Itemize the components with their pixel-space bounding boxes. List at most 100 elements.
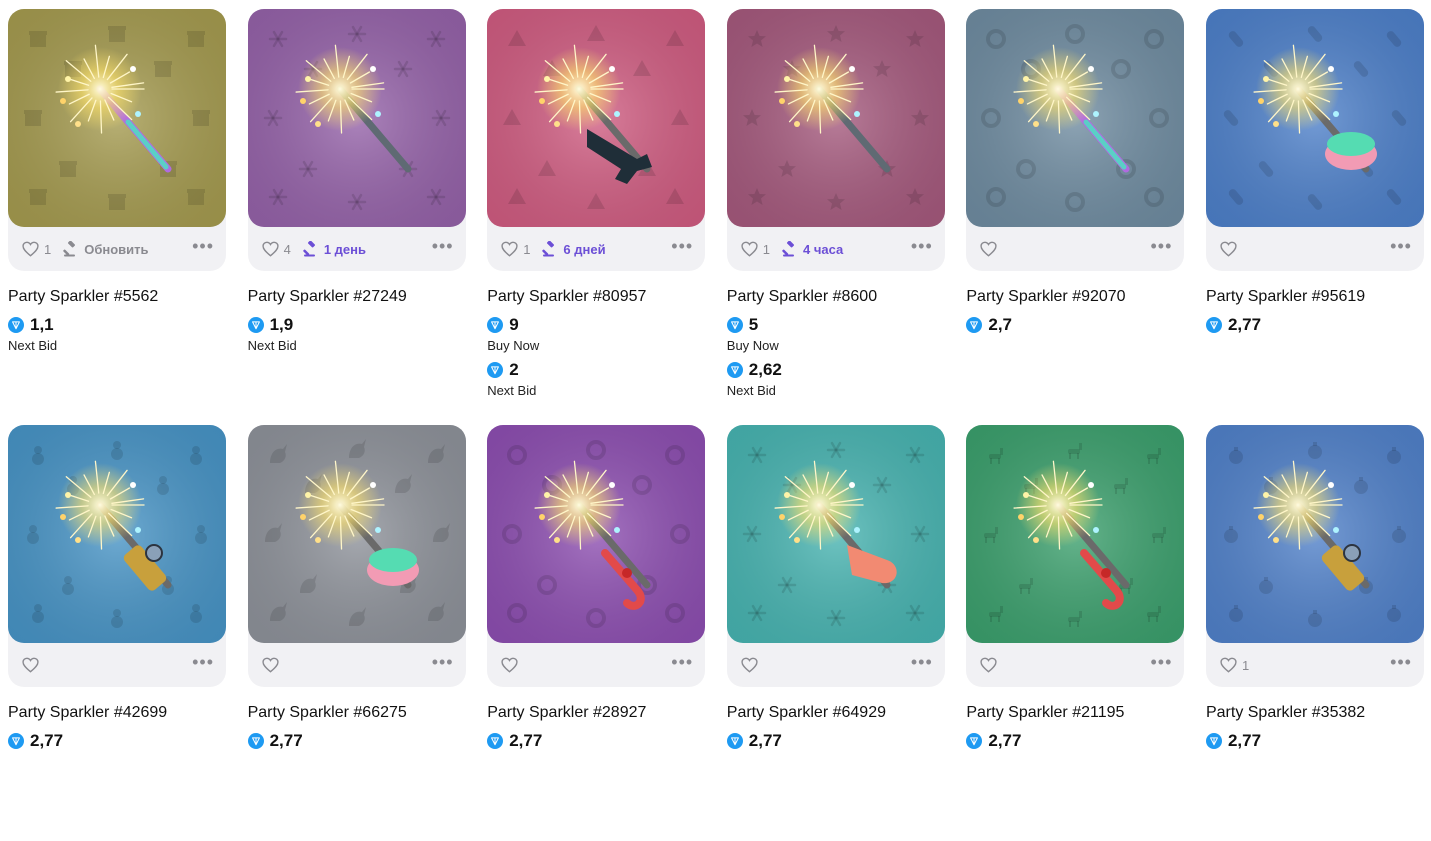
sparkler-art [966, 425, 1185, 643]
card-preview[interactable]: ••• [487, 425, 706, 687]
card-preview[interactable]: ••• [1205, 9, 1424, 271]
gift-title[interactable]: Party Sparkler #5562 [8, 288, 226, 308]
gift-image[interactable] [247, 425, 466, 643]
gift-card[interactable]: 4 1 день ••• Party Sparkler #27249 1,9 Next B… [247, 9, 466, 425]
gift-image[interactable] [487, 425, 706, 643]
like-button[interactable]: 1 [1220, 657, 1249, 673]
card-preview[interactable]: 1 6 дней ••• [487, 9, 706, 271]
gift-title[interactable]: Party Sparkler #21195 [966, 704, 1184, 724]
card-preview[interactable]: 1 4 часа ••• [726, 9, 945, 271]
like-button[interactable] [980, 657, 1002, 673]
card-actions: 1 Обновить ••• [8, 227, 226, 271]
gift-grid: 1 Обновить ••• Party Sparkler #5562 1,1 Next … [0, 0, 1431, 841]
gift-image[interactable] [1205, 425, 1424, 643]
more-options-icon[interactable]: ••• [192, 237, 214, 255]
gift-card[interactable]: ••• Party Sparkler #42699 2,77 [8, 425, 226, 841]
more-options-icon[interactable]: ••• [1390, 237, 1412, 255]
card-preview[interactable]: ••• [247, 425, 466, 687]
ton-icon [1205, 317, 1222, 333]
sparkler-art [966, 9, 1185, 227]
ton-icon [966, 317, 983, 333]
like-button[interactable]: 1 [501, 241, 530, 257]
more-options-icon[interactable]: ••• [671, 653, 693, 671]
auction-timer: Обновить [63, 241, 149, 257]
card-actions: ••• [487, 643, 705, 687]
gift-image[interactable] [8, 425, 226, 643]
like-button[interactable] [741, 657, 763, 673]
like-count: 4 [283, 241, 291, 257]
gift-title[interactable]: Party Sparkler #27249 [248, 288, 466, 308]
heart-icon [261, 657, 279, 673]
more-options-icon[interactable]: ••• [1150, 237, 1172, 255]
gift-image[interactable] [487, 9, 706, 227]
price-row: 2,77 [1205, 315, 1424, 335]
gift-title[interactable]: Party Sparkler #80957 [487, 288, 705, 308]
gift-image[interactable] [726, 425, 945, 643]
price-value: 2,77 [269, 731, 303, 750]
gift-card[interactable]: ••• Party Sparkler #64929 2,77 [726, 425, 945, 841]
gift-image[interactable] [966, 9, 1185, 227]
sparkler-art [247, 9, 466, 227]
gift-image[interactable] [966, 425, 1185, 643]
like-button[interactable]: 4 [261, 241, 291, 257]
card-preview[interactable]: ••• [726, 425, 945, 687]
price-row: 2,77 [1205, 731, 1424, 751]
gift-card[interactable]: ••• Party Sparkler #95619 2,77 [1205, 9, 1424, 425]
gift-card[interactable]: 1 6 дней ••• Party Sparkler #80957 9 Buy Now 2… [487, 9, 706, 425]
more-options-icon[interactable]: ••• [1390, 653, 1412, 671]
more-options-icon[interactable]: ••• [911, 237, 933, 255]
gift-title[interactable]: Party Sparkler #64929 [727, 704, 945, 724]
like-button[interactable] [980, 241, 1002, 257]
price-value: 2,7 [988, 315, 1013, 334]
gift-title[interactable]: Party Sparkler #35382 [1206, 704, 1424, 724]
more-options-icon[interactable]: ••• [192, 653, 214, 671]
like-button[interactable] [501, 657, 523, 673]
like-button[interactable] [22, 657, 44, 673]
card-preview[interactable]: ••• [966, 9, 1185, 271]
card-preview[interactable]: ••• [966, 425, 1185, 687]
more-options-icon[interactable]: ••• [432, 237, 454, 255]
card-preview[interactable]: 4 1 день ••• [247, 9, 466, 271]
like-button[interactable] [1220, 241, 1242, 257]
like-button[interactable] [261, 657, 284, 673]
card-preview[interactable]: ••• [8, 425, 226, 687]
gift-image[interactable] [8, 9, 226, 227]
price-row: 2,7 [966, 315, 1184, 335]
price-row: 9 [487, 315, 705, 335]
gift-title[interactable]: Party Sparkler #8600 [727, 288, 945, 308]
gift-card[interactable]: ••• Party Sparkler #28927 2,77 [487, 425, 706, 841]
gift-card[interactable]: 1 ••• Party Sparkler #35382 2,77 [1205, 425, 1424, 841]
gift-title[interactable]: Party Sparkler #95619 [1206, 288, 1424, 308]
gift-title[interactable]: Party Sparkler #92070 [966, 288, 1184, 308]
more-options-icon[interactable]: ••• [432, 653, 454, 671]
sparkler-art [8, 9, 226, 227]
gift-title[interactable]: Party Sparkler #66275 [248, 704, 466, 724]
gavel-icon [782, 241, 795, 257]
gift-card[interactable]: ••• Party Sparkler #21195 2,77 [966, 425, 1185, 841]
price-value: 2 [509, 360, 519, 379]
like-button[interactable]: 1 [22, 241, 51, 257]
gift-image[interactable] [1205, 9, 1424, 227]
gift-card[interactable]: 1 Обновить ••• Party Sparkler #5562 1,1 Next … [8, 9, 226, 425]
more-options-icon[interactable]: ••• [911, 653, 933, 671]
gift-title[interactable]: Party Sparkler #28927 [487, 704, 705, 724]
ton-icon [8, 733, 24, 749]
price-label: Next Bid [726, 383, 776, 398]
gift-card[interactable]: ••• Party Sparkler #66275 2,77 [247, 425, 466, 841]
heart-icon [22, 657, 39, 673]
gift-card[interactable]: 1 4 часа ••• Party Sparkler #8600 5 Buy Now 2,… [726, 9, 945, 425]
gift-image[interactable] [726, 9, 945, 227]
gift-image[interactable] [247, 9, 466, 227]
card-preview[interactable]: 1 Обновить ••• [8, 9, 226, 271]
ton-icon [247, 733, 264, 749]
gift-card[interactable]: ••• Party Sparkler #92070 2,7 [966, 9, 1185, 425]
price-value: 5 [748, 315, 759, 334]
price-row: 2 [487, 360, 705, 380]
like-button[interactable]: 1 [741, 241, 770, 257]
more-options-icon[interactable]: ••• [671, 237, 693, 255]
more-options-icon[interactable]: ••• [1150, 653, 1172, 671]
gift-title[interactable]: Party Sparkler #42699 [8, 704, 226, 724]
heart-icon [501, 241, 518, 257]
heart-icon [980, 241, 998, 257]
card-preview[interactable]: 1 ••• [1205, 425, 1424, 687]
